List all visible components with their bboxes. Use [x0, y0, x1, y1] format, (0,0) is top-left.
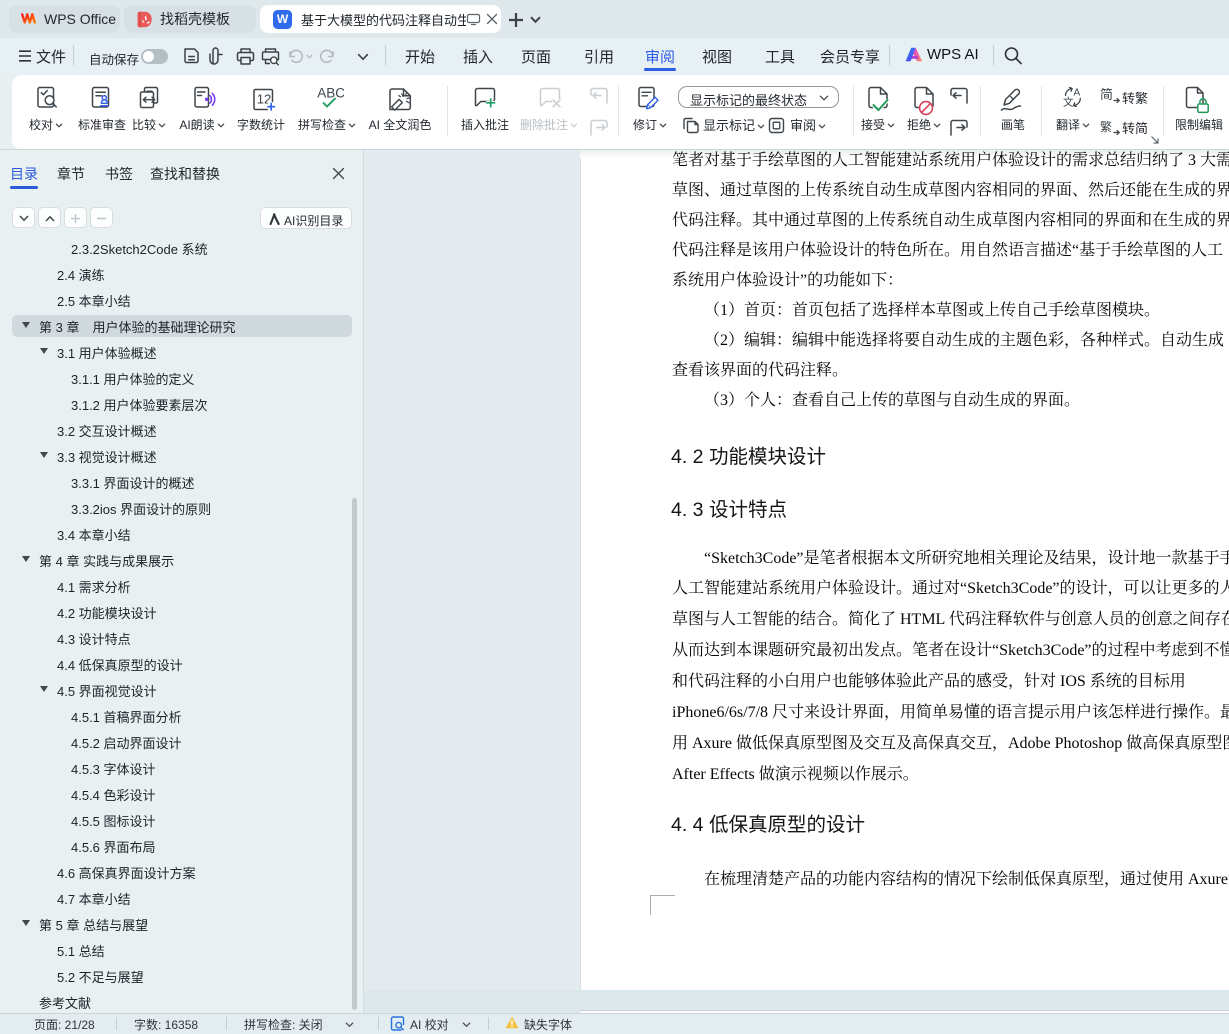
- svg-text:ABC: ABC: [317, 86, 344, 101]
- svg-text:简: 简: [1100, 87, 1113, 102]
- svg-text:繁: 繁: [1100, 119, 1112, 134]
- svg-text:文: 文: [1063, 96, 1074, 108]
- svg-text:A: A: [1074, 88, 1081, 99]
